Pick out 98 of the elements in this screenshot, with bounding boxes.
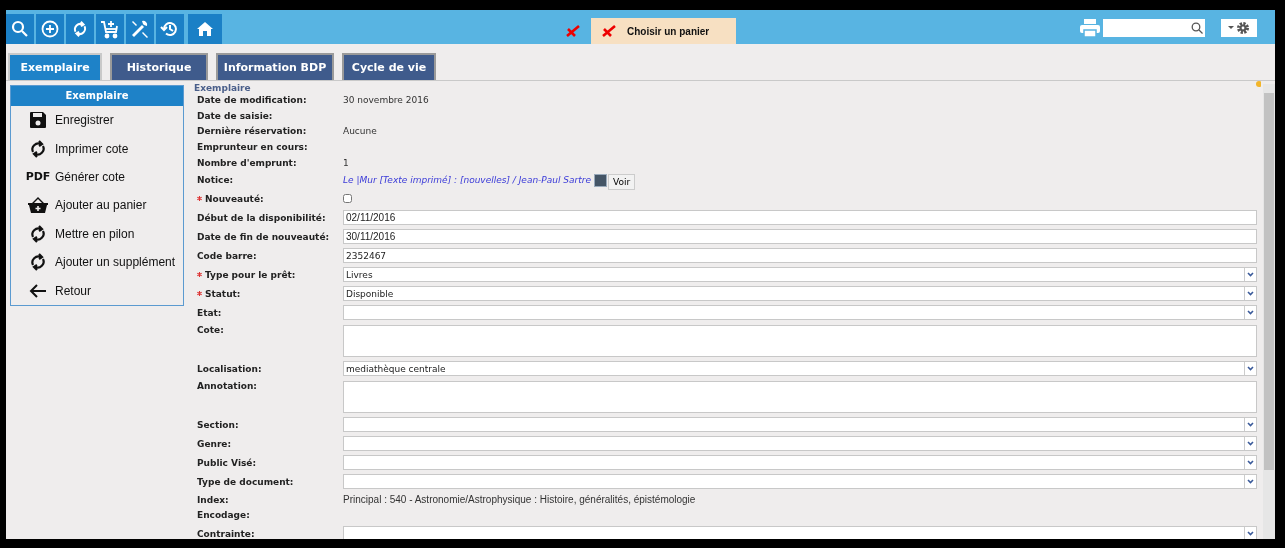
field-label: Emprunteur en cours: (197, 142, 308, 153)
back-arrow-icon (29, 282, 47, 299)
select-field[interactable]: Livres (343, 267, 1257, 283)
chevron-down-icon (1247, 479, 1254, 485)
refresh-icon (71, 20, 89, 38)
field-label: Code barre: (197, 250, 257, 261)
field-label: Index: (197, 494, 229, 505)
printer-icon[interactable] (1079, 18, 1101, 38)
chevron-down-icon (1247, 310, 1254, 316)
input-field[interactable]: 2352467 (343, 248, 1257, 264)
search-field[interactable] (1103, 19, 1205, 37)
field-label: Date de saisie: (197, 110, 273, 121)
select-field[interactable] (343, 305, 1257, 321)
field-value: 30 novembre 2016 (343, 94, 429, 107)
field-label: Contrainte: (197, 528, 255, 539)
chevron-down-icon (1247, 366, 1254, 372)
chevron-down-icon (1247, 272, 1254, 278)
external-link-icon[interactable] (594, 173, 608, 187)
text-area[interactable] (343, 325, 1257, 358)
refresh-icon (28, 252, 48, 273)
tab[interactable]: Cycle de vie (342, 53, 436, 80)
sidebar-item[interactable]: Mettre en pilon (55, 226, 135, 241)
cart-selector[interactable]: Choisir un panier (591, 18, 736, 44)
field-label: Nombre d'emprunt: (197, 157, 297, 168)
toolbar-button[interactable] (66, 14, 94, 44)
sidebar-item[interactable]: Ajouter un supplément (55, 255, 176, 270)
toolbar-button[interactable] (126, 14, 154, 44)
select-field[interactable]: Disponible (343, 286, 1257, 302)
cart-plus-icon (100, 19, 120, 39)
history-icon (160, 19, 180, 39)
sidebar-item[interactable]: Enregistrer (55, 113, 114, 128)
field-value: Principal : 540 - Astronomie/Astrophysique : Histoire, généralités, épistémologie (343, 494, 696, 506)
select-field[interactable]: mediathèque centrale (343, 361, 1257, 377)
chevron-down-icon (1247, 460, 1254, 466)
section-title: Exemplaire (194, 83, 252, 93)
field-label: Public Visé: (197, 457, 257, 468)
field-label: Genre: (197, 438, 232, 449)
lightbulb-icon (1255, 81, 1261, 89)
tab[interactable]: Exemplaire (8, 53, 102, 80)
select-field[interactable] (343, 436, 1257, 452)
field-label: Dernière réservation: (197, 126, 307, 137)
refresh-icon (28, 138, 48, 159)
field-label: Type de document: (197, 476, 294, 487)
field-label: Statut: (205, 288, 241, 299)
field-label: Nouveauté: (205, 193, 264, 204)
refresh-icon (28, 223, 48, 244)
sidebar-item[interactable]: Imprimer cote (55, 141, 129, 156)
chevron-down-icon (1247, 441, 1254, 447)
chevron-down-icon (1247, 531, 1254, 537)
settings-icon (1228, 21, 1250, 35)
search-icon (1191, 22, 1203, 34)
field-label: Notice: (197, 175, 234, 186)
tab[interactable]: Historique (110, 53, 208, 80)
toolbar-button[interactable] (188, 14, 222, 44)
toolbar-button[interactable] (156, 14, 184, 44)
search-icon (11, 20, 29, 38)
add-circle-icon (41, 20, 59, 38)
pdf-icon: PDF (25, 170, 51, 184)
toolbar-button[interactable] (6, 14, 34, 44)
view-button[interactable]: Voir (608, 173, 636, 190)
field-value: Aucune (343, 125, 377, 139)
save-icon (29, 111, 47, 130)
toolbar-button[interactable] (96, 14, 124, 44)
settings-menu-button[interactable] (1221, 19, 1257, 37)
sidebar-item[interactable]: Retour (55, 283, 92, 298)
input-field[interactable]: 30/11/2016 (343, 229, 1257, 245)
select-field[interactable] (343, 417, 1257, 433)
select-field[interactable] (343, 526, 1257, 539)
cross-icon (565, 24, 581, 38)
field-label: Section: (197, 419, 239, 430)
field-value: 1 (343, 156, 349, 170)
toolbar-button[interactable] (36, 14, 64, 44)
cross-icon (601, 24, 617, 38)
tools-icon (130, 19, 150, 39)
field-label: Encodage: (197, 510, 250, 521)
field-label: Etat: (197, 307, 222, 318)
field-label: Type pour le prêt: (205, 269, 296, 280)
tab[interactable]: Information BDP (216, 53, 334, 80)
text-area[interactable] (343, 381, 1257, 414)
sidebar-title: Exemplaire (11, 86, 183, 106)
sidebar-item[interactable]: Ajouter au panier (55, 198, 147, 213)
field-label: Début de la disponibilité: (197, 212, 326, 223)
field-label: Date de fin de nouveauté: (197, 231, 330, 242)
checkbox[interactable] (343, 194, 352, 204)
scrollbar[interactable] (1263, 84, 1275, 539)
record-link[interactable]: Le |Mur [Texte imprimé] : [nouvelles] / Jean-Paul Sartre (343, 175, 592, 186)
sidebar-item[interactable]: Générer cote (55, 169, 126, 184)
basket-icon (27, 196, 49, 215)
field-label: Annotation: (197, 381, 257, 392)
chevron-down-icon (1247, 422, 1254, 428)
input-field[interactable]: 02/11/2016 (343, 210, 1257, 226)
field-label: Cote: (197, 325, 224, 336)
field-label: Localisation: (197, 363, 262, 374)
field-label: Date de modification: (197, 95, 307, 105)
select-field[interactable] (343, 455, 1257, 471)
select-field[interactable] (343, 474, 1257, 490)
chevron-down-icon (1247, 291, 1254, 297)
home-icon (196, 20, 214, 38)
